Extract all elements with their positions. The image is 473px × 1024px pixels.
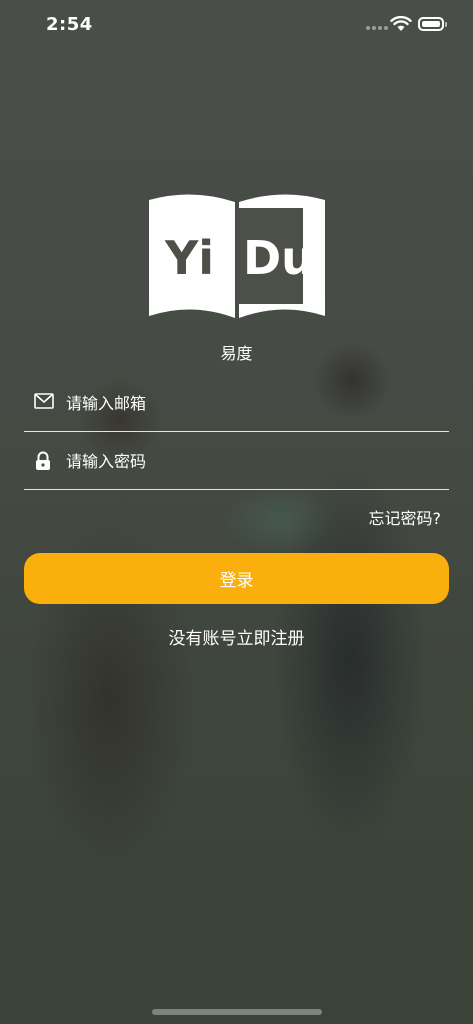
wifi-icon [390,16,412,31]
battery-icon [418,17,447,31]
login-button[interactable]: 登录 [24,553,449,604]
logo-text-right: Du [243,231,314,285]
email-input[interactable] [66,387,436,419]
email-field [24,375,449,432]
password-input[interactable] [66,445,436,477]
password-field [24,433,449,490]
lock-icon [36,451,50,470]
app-name: 易度 [220,344,253,363]
cellular-signal-icon [366,26,388,30]
status-time: 2:54 [46,14,93,35]
logo-text-left: Yi [164,231,214,285]
yidu-logo: Yi Du [149,194,325,318]
register-link[interactable]: 没有账号立即注册 [0,624,473,649]
status-bar: 2:54 [0,0,473,50]
forgot-password-link[interactable]: 忘记密码? [369,505,442,529]
envelope-icon [34,393,54,409]
home-indicator [152,1009,322,1015]
